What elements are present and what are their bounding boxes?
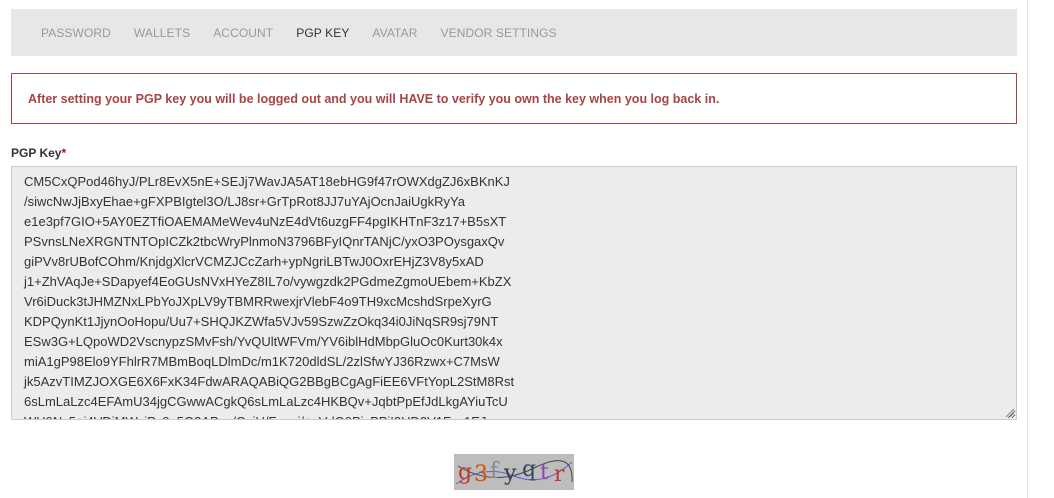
settings-tab-bar: PASSWORD WALLETS ACCOUNT PGP KEY AVATAR … — [11, 9, 1017, 56]
pgp-key-label: PGP Key* — [11, 146, 66, 160]
warning-alert: After setting your PGP key you will be l… — [11, 73, 1017, 124]
tab-wallets[interactable]: WALLETS — [134, 26, 190, 40]
svg-text:g: g — [458, 460, 472, 485]
tab-pgp-key[interactable]: PGP KEY — [296, 26, 349, 40]
pgp-key-textarea[interactable] — [11, 166, 1017, 420]
tab-avatar[interactable]: AVATAR — [372, 26, 417, 40]
svg-text:q: q — [522, 457, 536, 482]
resize-handle-icon[interactable] — [1004, 407, 1015, 418]
tab-password[interactable]: PASSWORD — [41, 26, 111, 40]
required-asterisk: * — [61, 146, 67, 160]
svg-text:y: y — [503, 461, 517, 486]
tab-account[interactable]: ACCOUNT — [213, 26, 273, 40]
captcha-image: g 3 f y q t r — [454, 454, 574, 490]
warning-alert-text: After setting your PGP key you will be l… — [28, 91, 720, 106]
captcha-graphic: g 3 f y q t r — [454, 454, 574, 490]
content-right-border — [1027, 0, 1028, 498]
svg-text:3: 3 — [474, 462, 488, 487]
svg-text:t: t — [540, 460, 549, 485]
tab-vendor-settings[interactable]: VENDOR SETTINGS — [440, 26, 556, 40]
pgp-key-label-text: PGP Key — [11, 146, 62, 160]
svg-text:r: r — [554, 462, 565, 487]
